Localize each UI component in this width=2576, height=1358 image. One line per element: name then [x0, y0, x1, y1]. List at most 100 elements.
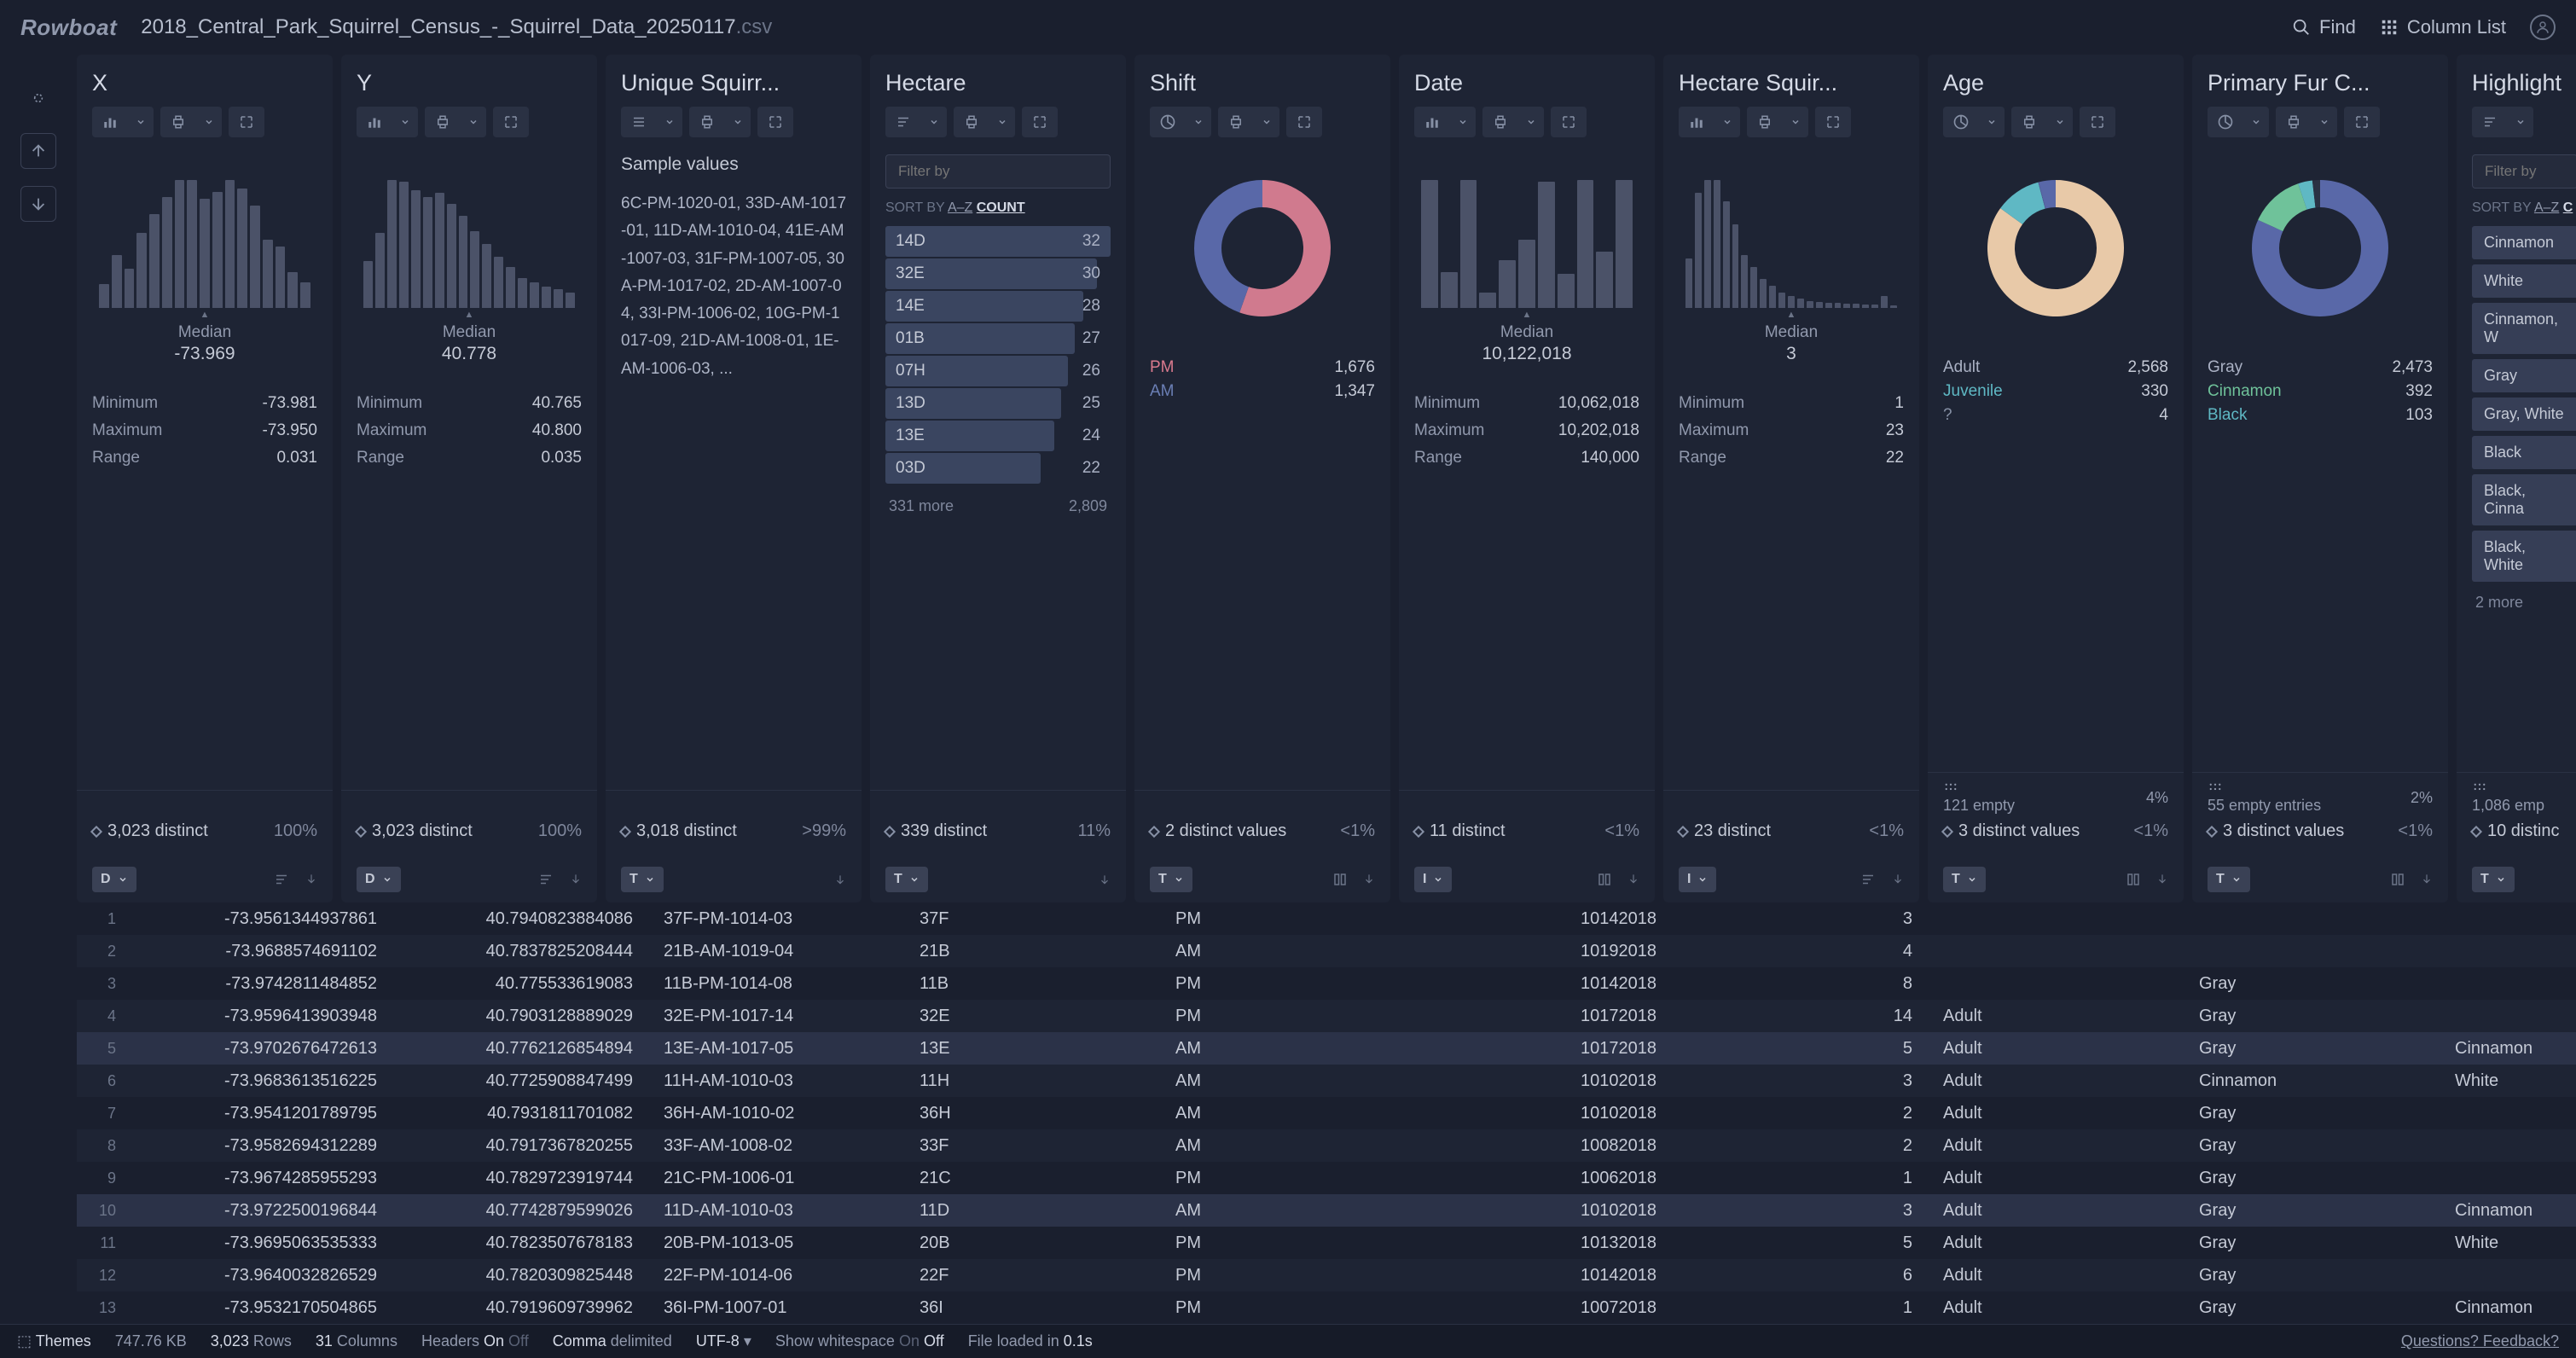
sort-down-icon[interactable] [1892, 872, 1904, 887]
viz-type-button[interactable] [92, 107, 128, 137]
columns-icon[interactable] [1332, 872, 1348, 887]
chevron-down-icon[interactable] [921, 107, 947, 137]
download-icon[interactable] [20, 186, 56, 222]
viz-type-button[interactable] [1150, 107, 1186, 137]
align-icon[interactable] [1859, 872, 1877, 887]
sort-down-icon[interactable] [1363, 872, 1375, 887]
table-row[interactable]: 12 -73.9640032826529 40.7820309825448 22… [77, 1259, 2576, 1291]
print-icon[interactable] [425, 107, 461, 137]
chevron-down-icon[interactable] [461, 107, 486, 137]
sort-toggle[interactable]: SORT BY A–Z C [2472, 200, 2576, 216]
expand-icon[interactable] [1815, 107, 1851, 137]
table-row[interactable]: 4 -73.9596413903948 40.7903128889029 32E… [77, 1000, 2576, 1032]
table-row[interactable]: 11 -73.9695063535333 40.7823507678183 20… [77, 1227, 2576, 1259]
type-badge[interactable]: I [1414, 867, 1452, 892]
print-icon[interactable] [954, 107, 989, 137]
expand-icon[interactable] [757, 107, 793, 137]
type-badge[interactable]: I [1679, 867, 1716, 892]
print-icon[interactable] [2276, 107, 2312, 137]
type-badge[interactable]: D [357, 867, 401, 892]
filter-chip[interactable]: Cinnamon, W [2472, 303, 2576, 354]
sort-down-icon[interactable] [2421, 872, 2433, 887]
value-row[interactable]: 03D22 [885, 453, 1111, 484]
chevron-down-icon[interactable] [1518, 107, 1544, 137]
viz-type-button[interactable] [357, 107, 392, 137]
expand-icon[interactable] [1286, 107, 1322, 137]
viz-type-button[interactable] [885, 107, 921, 137]
print-icon[interactable] [689, 107, 725, 137]
table-row[interactable]: 2 -73.9688574691102 40.7837825208444 21B… [77, 935, 2576, 967]
filter-chip[interactable]: Black [2472, 436, 2576, 469]
chevron-down-icon[interactable] [1783, 107, 1808, 137]
status-headers[interactable]: Headers On Off [421, 1332, 529, 1350]
value-row[interactable]: 13E24 [885, 421, 1111, 451]
align-icon[interactable] [273, 872, 290, 887]
link-icon[interactable] [20, 80, 56, 116]
viz-type-button[interactable] [1414, 107, 1450, 137]
chevron-down-icon[interactable] [657, 107, 682, 137]
viz-type-button[interactable] [2472, 107, 2508, 137]
columns-icon[interactable] [1597, 872, 1612, 887]
print-icon[interactable] [2011, 107, 2047, 137]
data-grid[interactable]: 1 -73.9561344937861 40.7940823884086 37F… [77, 902, 2576, 1324]
print-icon[interactable] [1747, 107, 1783, 137]
table-row[interactable]: 7 -73.9541201789795 40.7931811701082 36H… [77, 1097, 2576, 1129]
type-badge[interactable]: D [92, 867, 136, 892]
chevron-down-icon[interactable] [1254, 107, 1279, 137]
filter-input[interactable] [2472, 154, 2576, 189]
feedback-link[interactable]: Questions? Feedback? [2401, 1332, 2559, 1350]
chevron-down-icon[interactable] [1186, 107, 1211, 137]
value-row[interactable]: 13D25 [885, 388, 1111, 419]
filter-chip[interactable]: Gray, White [2472, 398, 2576, 431]
status-delimiter[interactable]: Comma delimited [553, 1332, 672, 1350]
filter-chip[interactable]: Black, White [2472, 531, 2576, 582]
filter-input[interactable] [885, 154, 1111, 189]
expand-icon[interactable] [1551, 107, 1587, 137]
column-list-button[interactable]: Column List [2380, 16, 2506, 38]
value-row[interactable]: 32E30 [885, 258, 1111, 289]
type-badge[interactable]: T [2208, 867, 2250, 892]
print-icon[interactable] [1218, 107, 1254, 137]
type-badge[interactable]: T [885, 867, 928, 892]
sort-down-icon[interactable] [1627, 872, 1639, 887]
status-encoding[interactable]: UTF-8 ▾ [696, 1332, 751, 1350]
chevron-down-icon[interactable] [1714, 107, 1740, 137]
profile-icon[interactable] [2530, 15, 2556, 40]
chevron-down-icon[interactable] [2047, 107, 2073, 137]
viz-type-button[interactable] [2208, 107, 2243, 137]
chevron-down-icon[interactable] [2243, 107, 2269, 137]
chevron-down-icon[interactable] [128, 107, 154, 137]
print-icon[interactable] [1482, 107, 1518, 137]
expand-icon[interactable] [2344, 107, 2380, 137]
status-whitespace[interactable]: Show whitespace On Off [775, 1332, 944, 1350]
chevron-down-icon[interactable] [1979, 107, 2005, 137]
chevron-down-icon[interactable] [1450, 107, 1476, 137]
viz-type-button[interactable] [621, 107, 657, 137]
print-icon[interactable] [160, 107, 196, 137]
filter-chip[interactable]: Black, Cinna [2472, 474, 2576, 525]
expand-icon[interactable] [1022, 107, 1058, 137]
columns-icon[interactable] [2126, 872, 2141, 887]
sort-down-icon[interactable] [1099, 873, 1111, 886]
sort-down-icon[interactable] [570, 872, 582, 887]
chevron-down-icon[interactable] [989, 107, 1015, 137]
value-row[interactable]: 01B27 [885, 323, 1111, 354]
expand-icon[interactable] [493, 107, 529, 137]
columns-icon[interactable] [2390, 872, 2405, 887]
filter-chip[interactable]: White [2472, 264, 2576, 298]
type-badge[interactable]: T [2472, 867, 2515, 892]
sort-toggle[interactable]: SORT BY A–Z COUNT [885, 200, 1111, 216]
value-row[interactable]: 14E28 [885, 291, 1111, 322]
viz-type-button[interactable] [1679, 107, 1714, 137]
sort-down-icon[interactable] [305, 872, 317, 887]
type-badge[interactable]: T [1150, 867, 1192, 892]
type-badge[interactable]: T [1943, 867, 1986, 892]
value-row[interactable]: 14D32 [885, 226, 1111, 257]
table-row[interactable]: 6 -73.9683613516225 40.7725908847499 11H… [77, 1065, 2576, 1097]
type-badge[interactable]: T [621, 867, 664, 892]
filter-chip[interactable]: Gray [2472, 359, 2576, 392]
chevron-down-icon[interactable] [2508, 107, 2533, 137]
value-row[interactable]: 07H26 [885, 356, 1111, 386]
expand-icon[interactable] [2080, 107, 2115, 137]
upload-icon[interactable] [20, 133, 56, 169]
